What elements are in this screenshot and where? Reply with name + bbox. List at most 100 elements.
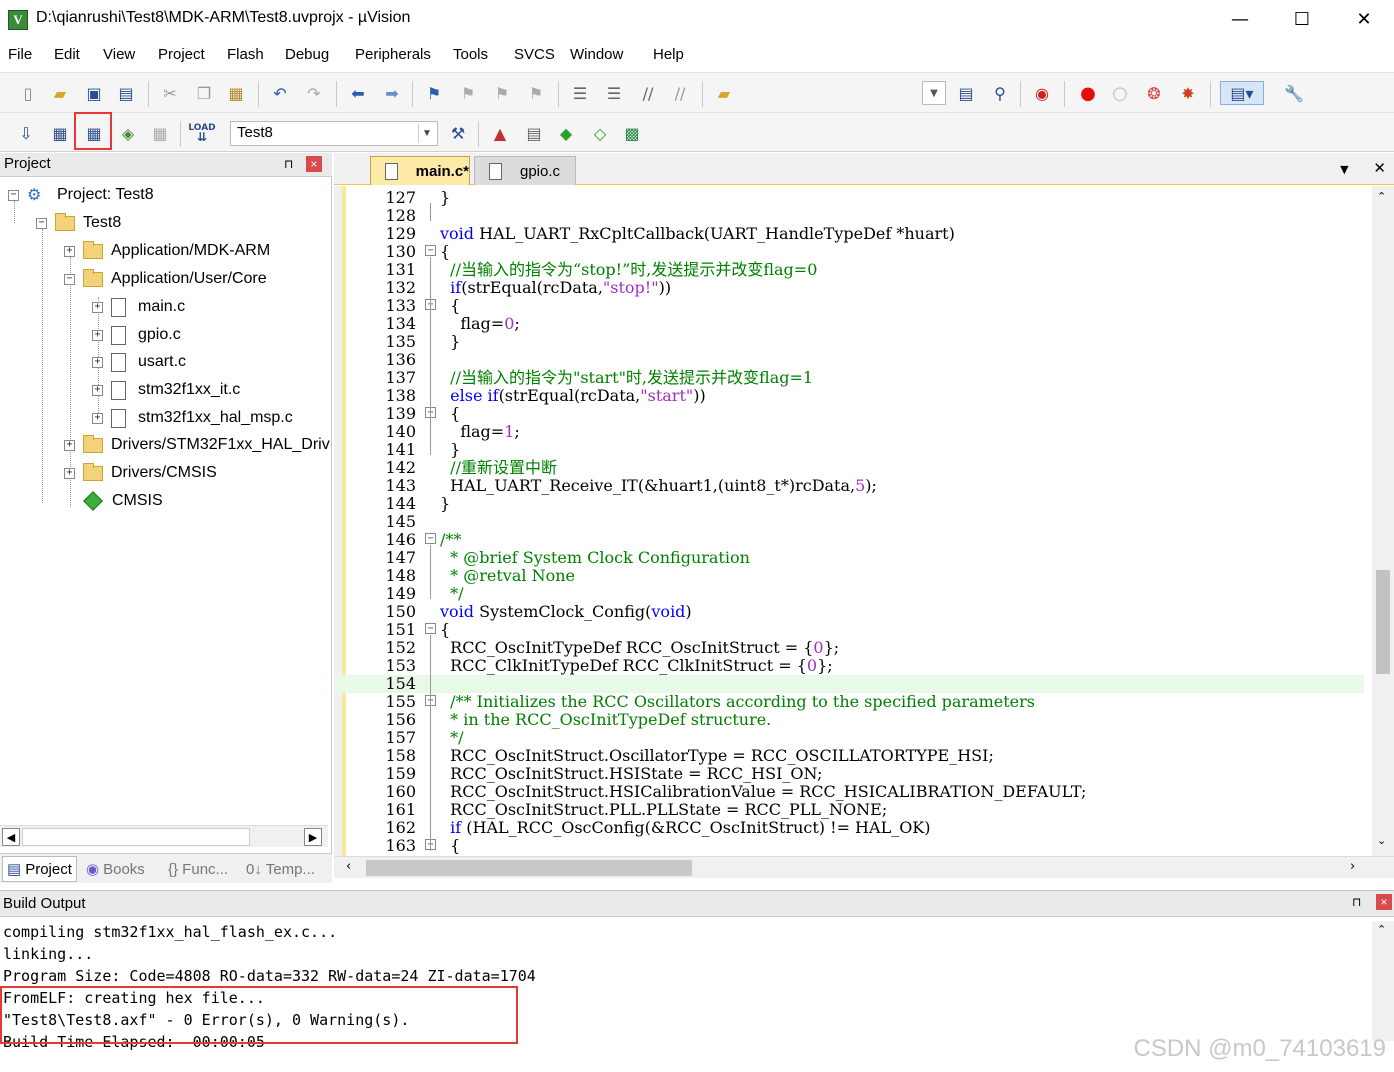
- menu-peripherals[interactable]: Peripherals: [355, 46, 431, 63]
- code-line[interactable]: 132 if(strEqual(rcData,"stop!")): [334, 279, 1364, 297]
- expand-icon[interactable]: +: [92, 301, 103, 313]
- redo-icon[interactable]: ↷: [302, 81, 326, 105]
- code-line[interactable]: 135 }: [334, 333, 1364, 351]
- code-line[interactable]: 130−{: [334, 243, 1364, 261]
- uncomment-icon[interactable]: //: [668, 81, 692, 105]
- code-line[interactable]: 153 RCC_ClkInitTypeDef RCC_ClkInitStruct…: [334, 657, 1364, 675]
- tree-project-root[interactable]: − ⚙ Project: Test8: [8, 183, 154, 207]
- collapse-icon[interactable]: −: [8, 189, 19, 201]
- scroll-thumb[interactable]: [1376, 570, 1390, 674]
- scroll-left-icon[interactable]: ◀: [2, 828, 20, 846]
- scroll-thumb[interactable]: [22, 828, 250, 846]
- save-icon[interactable]: ▣: [82, 81, 106, 105]
- load-download-icon[interactable]: LOAD ⇊: [188, 121, 215, 145]
- close-panel-icon[interactable]: ×: [306, 156, 322, 172]
- scroll-up-icon[interactable]: ⌃: [1377, 923, 1386, 936]
- scroll-down-icon[interactable]: ⌄: [1377, 834, 1386, 847]
- navigate-forward-icon[interactable]: ➡: [380, 81, 404, 105]
- find-icon[interactable]: ▤: [954, 81, 978, 105]
- code-line[interactable]: 136: [334, 351, 1364, 369]
- code-line[interactable]: 133− {: [334, 297, 1364, 315]
- code-line[interactable]: 155− /** Initializes the RCC Oscillators…: [334, 693, 1364, 711]
- menu-svcs[interactable]: SVCS: [514, 46, 555, 63]
- manage-rte-icon[interactable]: ◆: [554, 121, 578, 145]
- code-line[interactable]: 147 * @brief System Clock Configuration: [334, 549, 1364, 567]
- collapse-icon[interactable]: −: [64, 273, 75, 285]
- code-line[interactable]: 134 flag=0;: [334, 315, 1364, 333]
- code-line[interactable]: 160 RCC_OscInitStruct.HSICalibrationValu…: [334, 783, 1364, 801]
- expand-icon[interactable]: +: [64, 245, 75, 257]
- tab-list-dropdown-icon[interactable]: ▼: [1340, 163, 1348, 176]
- code-line[interactable]: 143 HAL_UART_Receive_IT(&huart1,(uint8_t…: [334, 477, 1364, 495]
- menu-file[interactable]: File: [8, 46, 32, 63]
- code-line[interactable]: 144}: [334, 495, 1364, 513]
- tree-group[interactable]: − Application/User/Core: [64, 267, 267, 291]
- pack-installer-icon[interactable]: ◇: [588, 121, 612, 145]
- fold-collapse-icon[interactable]: −: [425, 623, 436, 634]
- menu-flash[interactable]: Flash: [227, 46, 264, 63]
- tab-main-c[interactable]: main.c*: [370, 156, 470, 185]
- code-line[interactable]: 128: [334, 207, 1364, 225]
- fold-collapse-icon[interactable]: −: [425, 245, 436, 256]
- copy-icon[interactable]: ❐: [192, 81, 216, 105]
- code-editor[interactable]: 127} 128 129 void HAL_UART_RxCpltCallback(U…: [334, 186, 1394, 856]
- cut-icon[interactable]: ✂: [158, 81, 182, 105]
- code-line[interactable]: 161 RCC_OscInitStruct.PLL.PLLState = RCC…: [334, 801, 1364, 819]
- close-button[interactable]: ✕: [1334, 4, 1394, 36]
- close-panel-icon[interactable]: ×: [1376, 894, 1392, 910]
- menu-edit[interactable]: Edit: [54, 46, 80, 63]
- pin-icon[interactable]: ⊓: [284, 157, 293, 171]
- code-line[interactable]: 137 //当输入的指令为"start"时,发送提示并改变flag=1: [334, 369, 1364, 387]
- code-line[interactable]: 152 RCC_OscInitTypeDef RCC_OscInitStruct…: [334, 639, 1364, 657]
- open-folder-icon[interactable]: ▰: [48, 81, 72, 105]
- batch-build-icon[interactable]: ◈: [116, 121, 140, 145]
- expand-icon[interactable]: +: [92, 329, 103, 341]
- prev-bookmark-icon[interactable]: ⚑: [456, 81, 480, 105]
- tab-gpio-c[interactable]: gpio.c: [474, 156, 576, 185]
- save-all-icon[interactable]: ▤: [114, 81, 138, 105]
- kill-all-breakpoints-icon[interactable]: ✸: [1176, 81, 1200, 105]
- fold-collapse-icon[interactable]: −: [425, 533, 436, 544]
- find-in-files-icon[interactable]: ▰: [712, 81, 736, 105]
- disable-breakpoint-icon[interactable]: ○: [1108, 81, 1132, 105]
- unindent-icon[interactable]: ☰: [602, 81, 626, 105]
- code-line[interactable]: 127}: [334, 189, 1364, 207]
- scroll-thumb[interactable]: [366, 860, 692, 876]
- tree-component[interactable]: CMSIS: [83, 489, 163, 513]
- scroll-left-icon[interactable]: ‹: [346, 859, 351, 874]
- tree-target[interactable]: − Test8: [36, 211, 121, 235]
- code-line[interactable]: 157 */: [334, 729, 1364, 747]
- select-packs-icon[interactable]: ▤: [522, 121, 546, 145]
- translate-icon[interactable]: ⇩: [14, 121, 38, 145]
- tree-group[interactable]: + Drivers/STM32F1xx_HAL_Driv: [64, 433, 330, 457]
- expand-icon[interactable]: +: [92, 412, 103, 424]
- scroll-up-icon[interactable]: ⌃: [1377, 190, 1386, 203]
- menu-project[interactable]: Project: [158, 46, 205, 63]
- code-line[interactable]: 138 else if(strEqual(rcData,"start")): [334, 387, 1364, 405]
- expand-icon[interactable]: +: [64, 467, 75, 479]
- menu-debug[interactable]: Debug: [285, 46, 329, 63]
- code-line[interactable]: 131 //当输入的指令为“stop!”时,发送提示并改变flag=0: [334, 261, 1364, 279]
- maximize-button[interactable]: ☐: [1272, 4, 1332, 36]
- software-packs-icon[interactable]: ▩: [620, 121, 644, 145]
- code-line[interactable]: 150 void SystemClock_Config(void): [334, 603, 1364, 621]
- tree-group[interactable]: + Drivers/CMSIS: [64, 461, 217, 485]
- expand-icon[interactable]: +: [92, 356, 103, 368]
- tree-file[interactable]: + stm32f1xx_it.c: [92, 378, 240, 402]
- disable-all-breakpoints-icon[interactable]: ❂: [1142, 81, 1166, 105]
- code-line[interactable]: 139− {: [334, 405, 1364, 423]
- new-file-icon[interactable]: ▯: [16, 81, 40, 105]
- undo-icon[interactable]: ↶: [268, 81, 292, 105]
- menu-tools[interactable]: Tools: [453, 46, 488, 63]
- minimize-button[interactable]: —: [1210, 4, 1270, 36]
- build-icon[interactable]: ▦: [48, 121, 72, 145]
- paste-icon[interactable]: ▦: [224, 81, 248, 105]
- target-options-icon[interactable]: ⚒: [446, 121, 470, 145]
- menu-help[interactable]: Help: [653, 46, 684, 63]
- tab-templates[interactable]: 0↓ Temp...: [242, 856, 319, 882]
- scroll-right-icon[interactable]: ›: [1350, 859, 1355, 874]
- comment-icon[interactable]: //: [636, 81, 660, 105]
- tree-file[interactable]: + main.c: [92, 295, 185, 319]
- window-layout-icon[interactable]: ▤▾: [1220, 81, 1264, 105]
- code-line[interactable]: 140 flag=1;: [334, 423, 1364, 441]
